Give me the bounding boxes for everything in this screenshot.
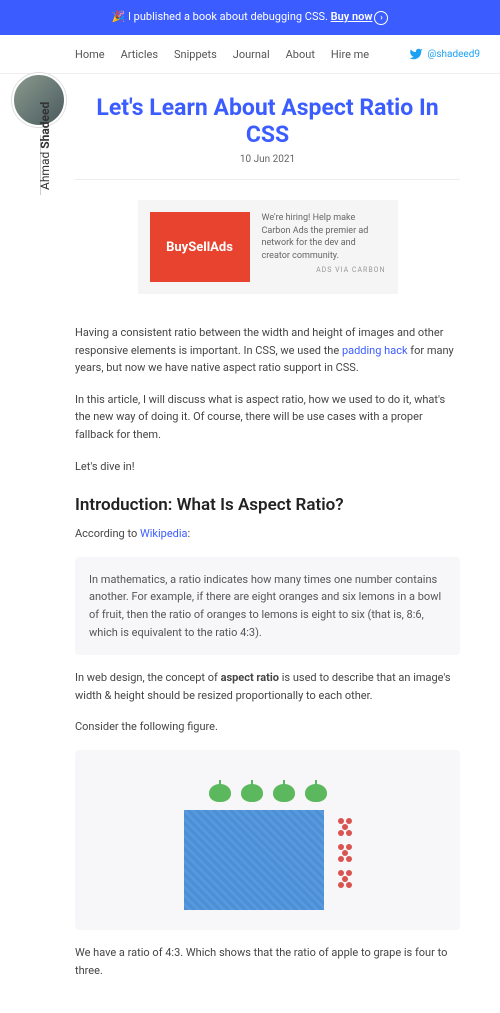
- ratio-figure: [75, 750, 460, 930]
- grape-icon: [338, 840, 352, 858]
- nav-home[interactable]: Home: [75, 48, 105, 61]
- paragraph: According to Wikipedia:: [75, 525, 460, 543]
- promo-banner: 🎉 I published a book about debugging CSS…: [0, 0, 500, 35]
- carbon-ad[interactable]: BuySellAds We're hiring! Help make Carbo…: [138, 200, 398, 294]
- section-heading: Introduction: What Is Aspect Ratio?: [75, 495, 460, 515]
- apple-icon: [241, 780, 263, 802]
- nav-about[interactable]: About: [286, 48, 315, 61]
- header: Home Articles Snippets Journal About Hir…: [0, 35, 500, 74]
- ad-text: We're hiring! Help make Carbon Ads the p…: [262, 212, 386, 262]
- paragraph: Let's dive in!: [75, 458, 460, 476]
- ad-logo: BuySellAds: [150, 212, 250, 282]
- main-nav: Home Articles Snippets Journal About Hir…: [75, 48, 403, 61]
- paragraph: In this article, I will discuss what is …: [75, 391, 460, 444]
- author-name: Ahmad Shadeed: [38, 102, 52, 190]
- paragraph: Consider the following figure.: [75, 718, 460, 736]
- blockquote: In mathematics, a ratio indicates how ma…: [75, 557, 460, 655]
- padding-hack-link[interactable]: padding hack: [342, 344, 408, 357]
- paragraph: We have a ratio of 4:3. Which shows that…: [75, 944, 460, 979]
- article-content: Let's Learn About Aspect Ratio In CSS 10…: [0, 74, 500, 1013]
- article-date: 10 Jun 2021: [75, 154, 460, 180]
- twitter-icon: [409, 47, 423, 61]
- nav-snippets[interactable]: Snippets: [174, 48, 217, 61]
- buy-now-link[interactable]: Buy now›: [331, 10, 389, 23]
- nav-articles[interactable]: Articles: [121, 48, 158, 61]
- paragraph: Having a consistent ratio between the wi…: [75, 324, 460, 377]
- paragraph: In web design, the concept of aspect rat…: [75, 669, 460, 704]
- grape-icon: [338, 866, 352, 884]
- arrow-circle-icon: ›: [374, 11, 388, 25]
- apple-icon: [273, 780, 295, 802]
- ratio-rectangle: [184, 810, 324, 910]
- twitter-link[interactable]: @shadeed9: [409, 47, 480, 61]
- nav-hire[interactable]: Hire me: [331, 48, 369, 61]
- banner-text: 🎉 I published a book about debugging CSS…: [112, 10, 331, 23]
- page-title: Let's Learn About Aspect Ratio In CSS: [75, 94, 460, 148]
- apple-icon: [209, 780, 231, 802]
- wikipedia-link[interactable]: Wikipedia: [140, 527, 188, 540]
- grape-icon: [338, 814, 352, 832]
- ad-via: ADS VIA CARBON: [262, 266, 386, 274]
- nav-journal[interactable]: Journal: [233, 48, 270, 61]
- apple-icon: [305, 780, 327, 802]
